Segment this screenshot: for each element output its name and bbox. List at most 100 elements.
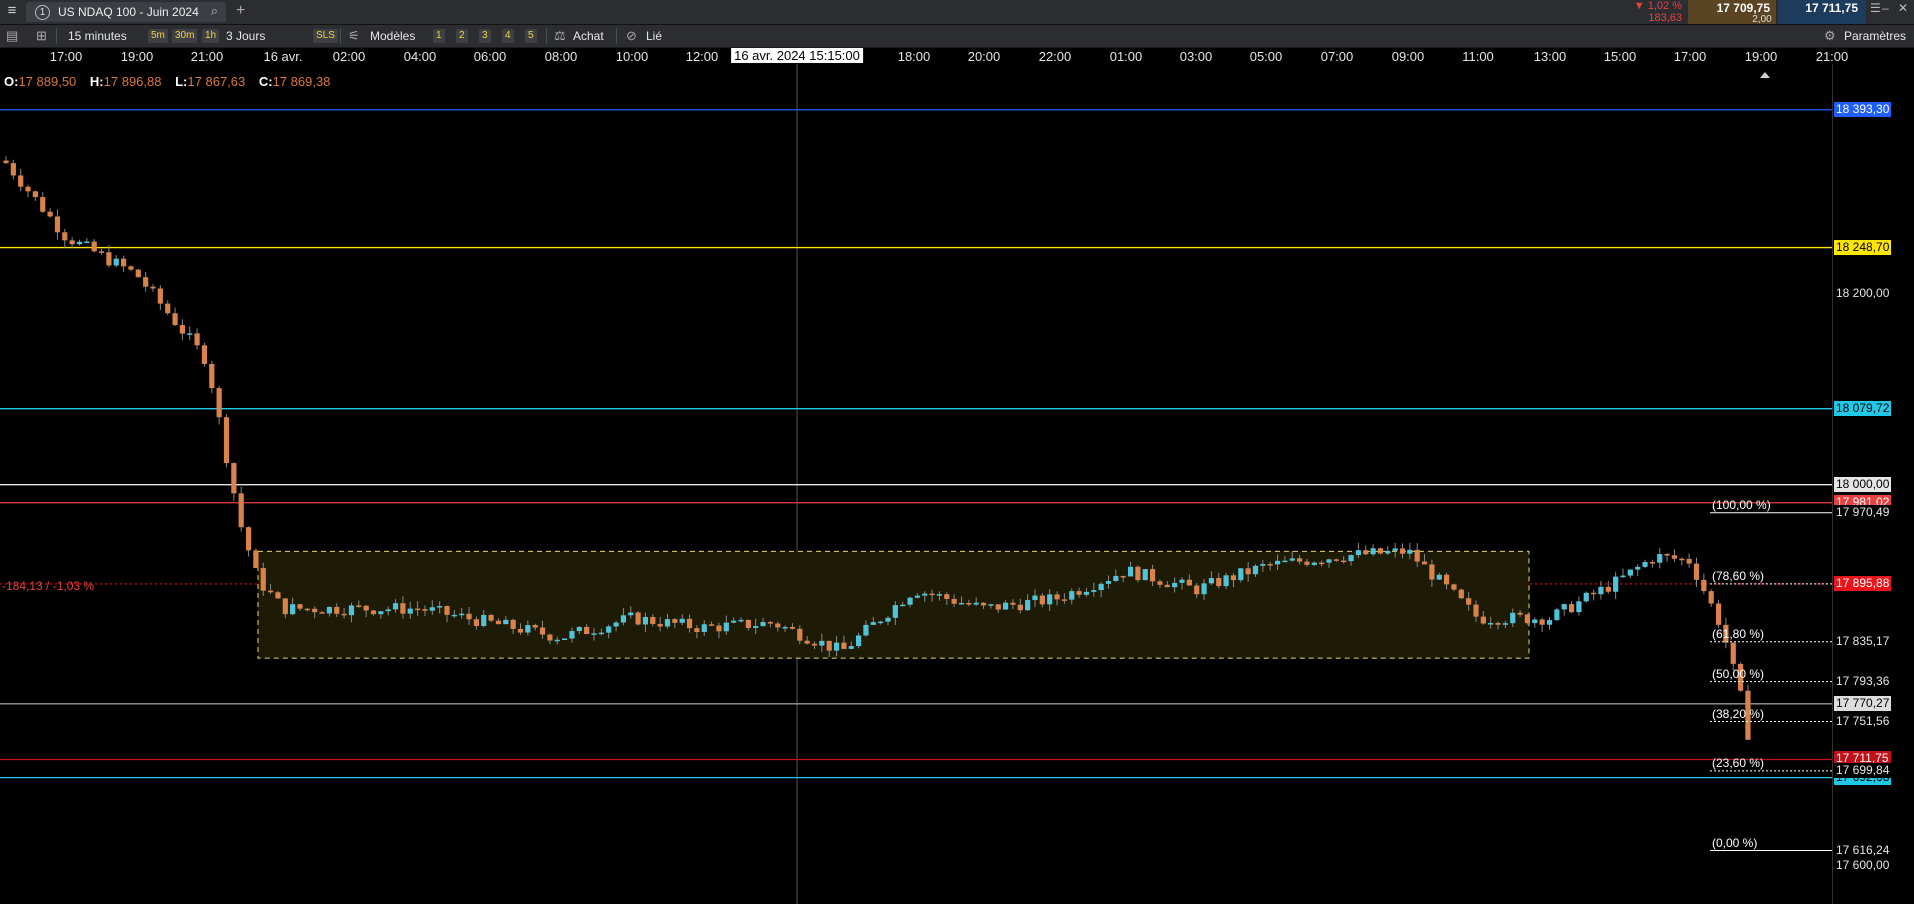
price-chart[interactable] [0,64,1832,904]
slot-2[interactable]: 2 [456,29,468,43]
interval-select[interactable]: 15 minutes [68,25,127,47]
search-icon[interactable]: ⌕ [211,3,218,19]
bear-candle [1010,602,1016,605]
bear-candle [1120,575,1126,578]
bear-candle [841,642,847,649]
bear-candle [775,623,781,628]
bull-candle [437,606,443,608]
bear-candle [47,211,53,217]
bear-candle [539,627,546,635]
bear-candle [1444,574,1450,585]
interval-1h[interactable]: 1h [202,29,220,43]
bull-candle [76,241,83,245]
bull-candle [1502,623,1508,625]
interval-5m[interactable]: 5m [148,29,168,43]
time-tick-label: 02:00 [332,49,366,64]
templates-button[interactable]: Modèles [370,25,415,47]
close-icon[interactable]: ✕ [1898,1,1908,15]
range-select[interactable]: 3 Jours [226,25,265,47]
link-icon[interactable]: ⊘ [626,25,637,47]
tab-number: 1 [35,5,50,20]
time-tick-label: 01:00 [1109,49,1143,64]
bull-candle [1274,560,1281,565]
list-icon[interactable]: ▤ [6,25,18,47]
linked-button[interactable]: Lié [646,25,662,47]
bull-candle [1613,576,1619,592]
ohlc-readout: O:17 889,50 H:17 896,88 L:17 867,63 C:17… [4,74,340,89]
bull-candle [856,635,862,647]
bear-candle [672,619,678,623]
bull-candle [569,631,575,639]
bull-candle [606,626,612,633]
close-key: C: [258,74,273,89]
spread-value: 2,00 [1752,14,1772,25]
bear-candle [797,628,803,641]
time-tick-label: 10:00 [615,49,649,64]
slot-3[interactable]: 3 [479,29,491,43]
bull-candle [833,642,840,651]
bear-candle [547,634,553,641]
bear-candle [1017,604,1023,611]
bull-candle [1282,560,1288,563]
bear-candle [1480,616,1486,624]
bear-candle [1341,560,1347,563]
bull-candle [1032,595,1038,601]
templates-icon[interactable]: ⚟ [348,25,360,47]
price-tick-label: 18 200,00 [1836,286,1890,300]
time-tick-label: 21:00 [190,49,224,64]
bull-candle [738,619,744,622]
hamburger-menu-icon[interactable]: ≡ [0,0,24,24]
sls-button[interactable]: SLS [313,29,338,43]
bear-candle [488,614,494,621]
bear-candle [1194,585,1200,595]
bear-candle [1135,566,1141,581]
scroll-marker-icon [1760,72,1770,78]
bear-candle [128,266,134,270]
bull-candle [1003,602,1009,610]
window-menu-icon[interactable]: ☰ [1870,1,1881,15]
bear-candle [304,608,310,611]
minimize-icon[interactable]: – [1882,1,1889,15]
bull-candle [753,626,759,628]
buy-button[interactable]: Achat [573,25,604,47]
time-tick-label: 09:00 [1391,49,1425,64]
interval-30m[interactable]: 30m [172,29,198,43]
bear-candle [334,606,340,614]
slot-5[interactable]: 5 [525,29,537,43]
bear-candle [121,258,127,267]
bear-candle [694,628,700,632]
bear-candle [532,625,538,628]
bear-candle [231,463,237,494]
bear-candle [209,363,215,389]
slot-1[interactable]: 1 [433,29,445,43]
bear-candle [32,191,38,198]
time-tick-label: 07:00 [1320,49,1354,64]
bull-candle [1583,592,1589,602]
bull-candle [922,593,928,596]
bear-candle [1693,563,1700,580]
bull-candle [819,640,825,646]
gear-icon[interactable]: ⚙ [1824,25,1836,47]
bear-candle [1451,584,1457,590]
bull-candle [907,597,913,605]
bull-candle [378,611,384,615]
buy-icon[interactable]: ⚖ [554,25,566,47]
bear-candle [495,620,502,625]
bear-candle [929,593,935,596]
tab-us-ndaq-100[interactable]: 1 US NDAQ 100 - Juin 2024 ⌕ [26,2,226,22]
slot-4[interactable]: 4 [502,29,514,43]
bear-candle [510,619,516,629]
layout-icon[interactable]: ⊞ [36,25,47,47]
bear-candle [1267,564,1273,566]
bull-candle [701,624,707,632]
bear-candle [826,640,832,651]
bull-candle [848,646,854,649]
bull-candle [503,619,509,625]
bull-candle [878,621,884,624]
bear-candle [356,605,362,607]
ask-price-button[interactable]: 17 711,75 [1778,0,1866,24]
high-value: 17 896,88 [103,74,162,89]
bull-candle [723,622,729,632]
add-tab-icon[interactable]: + [236,2,245,20]
settings-button[interactable]: Paramètres [1844,25,1906,47]
